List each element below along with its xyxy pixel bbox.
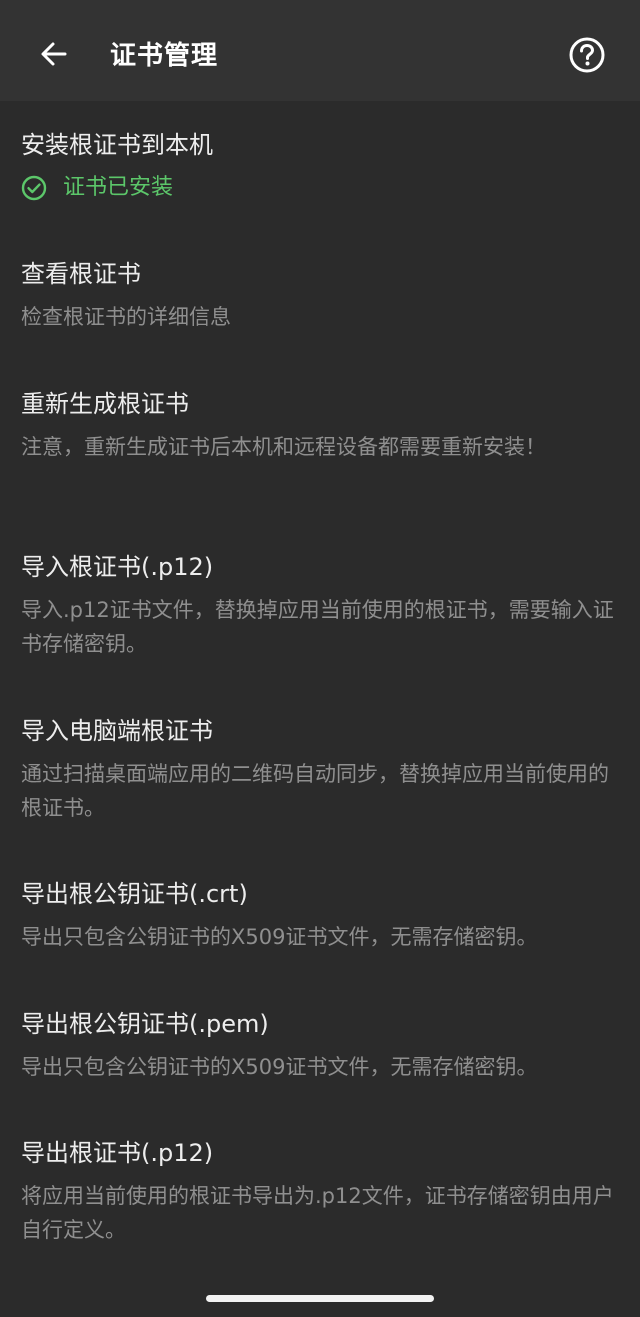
app-bar: 证书管理 <box>0 0 640 101</box>
list-item-import-desktop-cert[interactable]: 导入电脑端根证书 通过扫描桌面端应用的二维码自动同步，替换掉应用当前使用的根证书… <box>0 713 640 825</box>
list-item-export-crt[interactable]: 导出根公钥证书(.crt) 导出只包含公钥证书的X509证书文件，无需存储密钥。 <box>0 876 640 954</box>
item-title: 重新生成根证书 <box>21 390 189 418</box>
item-title: 导出根证书(.p12) <box>21 1139 214 1167</box>
list-item-import-p12[interactable]: 导入根证书(.p12) 导入.p12证书文件，替换掉应用当前使用的根证书，需要输… <box>0 549 640 661</box>
home-indicator[interactable] <box>206 1295 434 1302</box>
list-item-export-pem[interactable]: 导出根公钥证书(.pem) 导出只包含公钥证书的X509证书文件，无需存储密钥。 <box>0 1006 640 1084</box>
item-title: 导入电脑端根证书 <box>21 717 213 745</box>
item-title: 导出根公钥证书(.crt) <box>21 880 248 908</box>
item-title: 安装根证书到本机 <box>21 131 213 159</box>
item-title: 导入根证书(.p12) <box>21 553 214 581</box>
status-text: 证书已安装 <box>63 175 174 200</box>
list-item-install-cert[interactable]: 安装根证书到本机 证书已安装 <box>0 127 640 205</box>
item-description: 导出只包含公钥证书的X509证书文件，无需存储密钥。 <box>21 1055 538 1079</box>
item-description: 将应用当前使用的根证书导出为.p12文件，证书存储密钥由用户自行定义。 <box>21 1184 614 1242</box>
item-description: 检查根证书的详细信息 <box>21 305 231 329</box>
install-status: 证书已安装 <box>21 171 618 205</box>
arrow-left-icon <box>39 39 69 73</box>
item-title: 查看根证书 <box>21 260 141 288</box>
check-circle-icon <box>21 175 47 201</box>
item-description: 导出只包含公钥证书的X509证书文件，无需存储密钥。 <box>21 925 538 949</box>
help-button[interactable] <box>566 36 608 78</box>
back-button[interactable] <box>26 30 82 82</box>
item-description: 通过扫描桌面端应用的二维码自动同步，替换掉应用当前使用的根证书。 <box>21 762 609 820</box>
help-circle-icon <box>568 36 606 78</box>
list-item-export-p12[interactable]: 导出根证书(.p12) 将应用当前使用的根证书导出为.p12文件，证书存储密钥由… <box>0 1135 640 1247</box>
list-item-view-cert[interactable]: 查看根证书 检查根证书的详细信息 <box>0 256 640 334</box>
item-description: 注意，重新生成证书后本机和远程设备都需要重新安装！ <box>21 435 546 459</box>
list-item-regenerate-cert[interactable]: 重新生成根证书 注意，重新生成证书后本机和远程设备都需要重新安装！ <box>0 386 640 464</box>
item-description: 导入.p12证书文件，替换掉应用当前使用的根证书，需要输入证书存储密钥。 <box>21 598 614 656</box>
page-title: 证书管理 <box>110 41 219 71</box>
item-title: 导出根公钥证书(.pem) <box>21 1010 269 1038</box>
